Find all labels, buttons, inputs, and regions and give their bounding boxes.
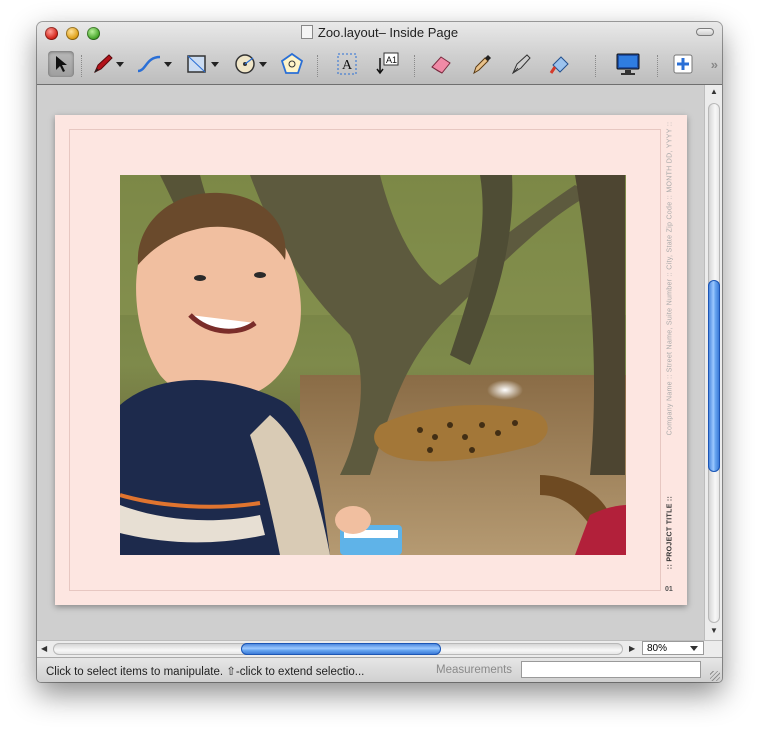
toolbar-separator [657, 55, 658, 77]
paint-bucket-tool[interactable] [546, 51, 574, 77]
chevron-down-icon [259, 61, 267, 67]
eraser-icon [431, 56, 451, 74]
text-link-tool[interactable]: A1 [374, 51, 402, 77]
page-footer-vertical: Company Name :: Street Name, Suite Numbe… [659, 122, 681, 570]
toolbar-separator [595, 55, 596, 77]
scroll-right-icon[interactable]: ▶ [629, 644, 635, 653]
display-tool[interactable] [613, 51, 643, 77]
text-a-icon: A [337, 53, 357, 75]
window-title: Zoo.layout– Inside Page [37, 25, 722, 40]
text-link-icon: A1 [376, 52, 399, 75]
pen-tool[interactable] [89, 51, 127, 77]
add-icon [673, 54, 693, 74]
page-number: 01 [665, 586, 673, 593]
vertical-scrollbar[interactable]: ▲ ▼ [704, 85, 722, 640]
pen-nib-icon [511, 54, 531, 75]
measurements-field[interactable] [521, 661, 701, 678]
window-title-text: Zoo.layout– Inside Page [317, 25, 459, 40]
eyedropper-tool[interactable] [468, 51, 496, 77]
toolbar-separator [317, 55, 318, 77]
zoom-select[interactable]: 80% [642, 641, 704, 655]
selection-tool[interactable] [48, 51, 74, 77]
polygon-tool[interactable] [278, 51, 306, 77]
document-icon [300, 25, 313, 39]
monitor-icon [616, 53, 640, 75]
status-hint: Click to select items to manipulate. ⇧-c… [46, 666, 365, 678]
layout-page[interactable]: Company Name :: Street Name, Suite Numbe… [55, 115, 687, 605]
zoo-photo[interactable] [120, 175, 626, 555]
scroll-up-icon[interactable]: ▲ [710, 87, 718, 96]
zoo-photo-image [120, 175, 626, 555]
oval-icon [235, 54, 255, 74]
layout-canvas[interactable]: Company Name :: Street Name, Suite Numbe… [37, 85, 704, 640]
toolbar-overflow-icon[interactable]: » [711, 57, 718, 72]
company-info-text: Company Name :: Street Name, Suite Numbe… [666, 121, 674, 436]
add-page-tool[interactable] [669, 51, 697, 77]
arrow-pointer-icon [56, 56, 67, 72]
toolbar-separator [414, 55, 415, 77]
horizontal-scroll-thumb[interactable] [241, 643, 441, 655]
bezier-tool[interactable] [134, 51, 174, 77]
pen-icon [94, 54, 113, 74]
document-window: Zoo.layout– Inside Page A A1 » Company N… [37, 22, 722, 682]
bezier-curve-icon [137, 55, 161, 73]
project-title-text: :: PROJECT TITLE :: [666, 495, 674, 570]
scroll-left-icon[interactable]: ◀ [41, 644, 47, 653]
title-toolbar: Zoo.layout– Inside Page A A1 » [37, 22, 722, 85]
vertical-scroll-thumb[interactable] [708, 280, 720, 472]
svg-text:A: A [342, 58, 353, 73]
polygon-icon [280, 52, 304, 74]
chevron-down-icon [211, 61, 219, 67]
horizontal-scrollbar[interactable]: ◀ ▶ 80% [37, 640, 722, 657]
oval-tool[interactable] [230, 51, 270, 77]
chevron-down-icon [116, 61, 124, 67]
rectangle-icon [187, 55, 206, 73]
zoom-value: 80% [647, 643, 668, 654]
svg-text:A1: A1 [386, 55, 397, 65]
text-tool[interactable]: A [334, 51, 360, 77]
pen-nib-tool[interactable] [507, 51, 535, 77]
toolbar-separator [81, 55, 82, 77]
eyedropper-icon [473, 55, 491, 75]
eraser-tool[interactable] [427, 51, 455, 77]
chevron-down-icon [164, 61, 172, 67]
status-bar: Click to select items to manipulate. ⇧-c… [37, 657, 722, 682]
resize-grip-icon[interactable] [710, 671, 720, 681]
toolbar: A A1 » [37, 47, 722, 83]
paint-bucket-icon [549, 56, 569, 74]
chevron-down-icon [690, 646, 698, 651]
scroll-down-icon[interactable]: ▼ [710, 626, 718, 635]
measurements-label: Measurements [436, 664, 513, 676]
toolbar-toggle-button[interactable] [696, 28, 714, 36]
rectangle-tool[interactable] [182, 51, 222, 77]
